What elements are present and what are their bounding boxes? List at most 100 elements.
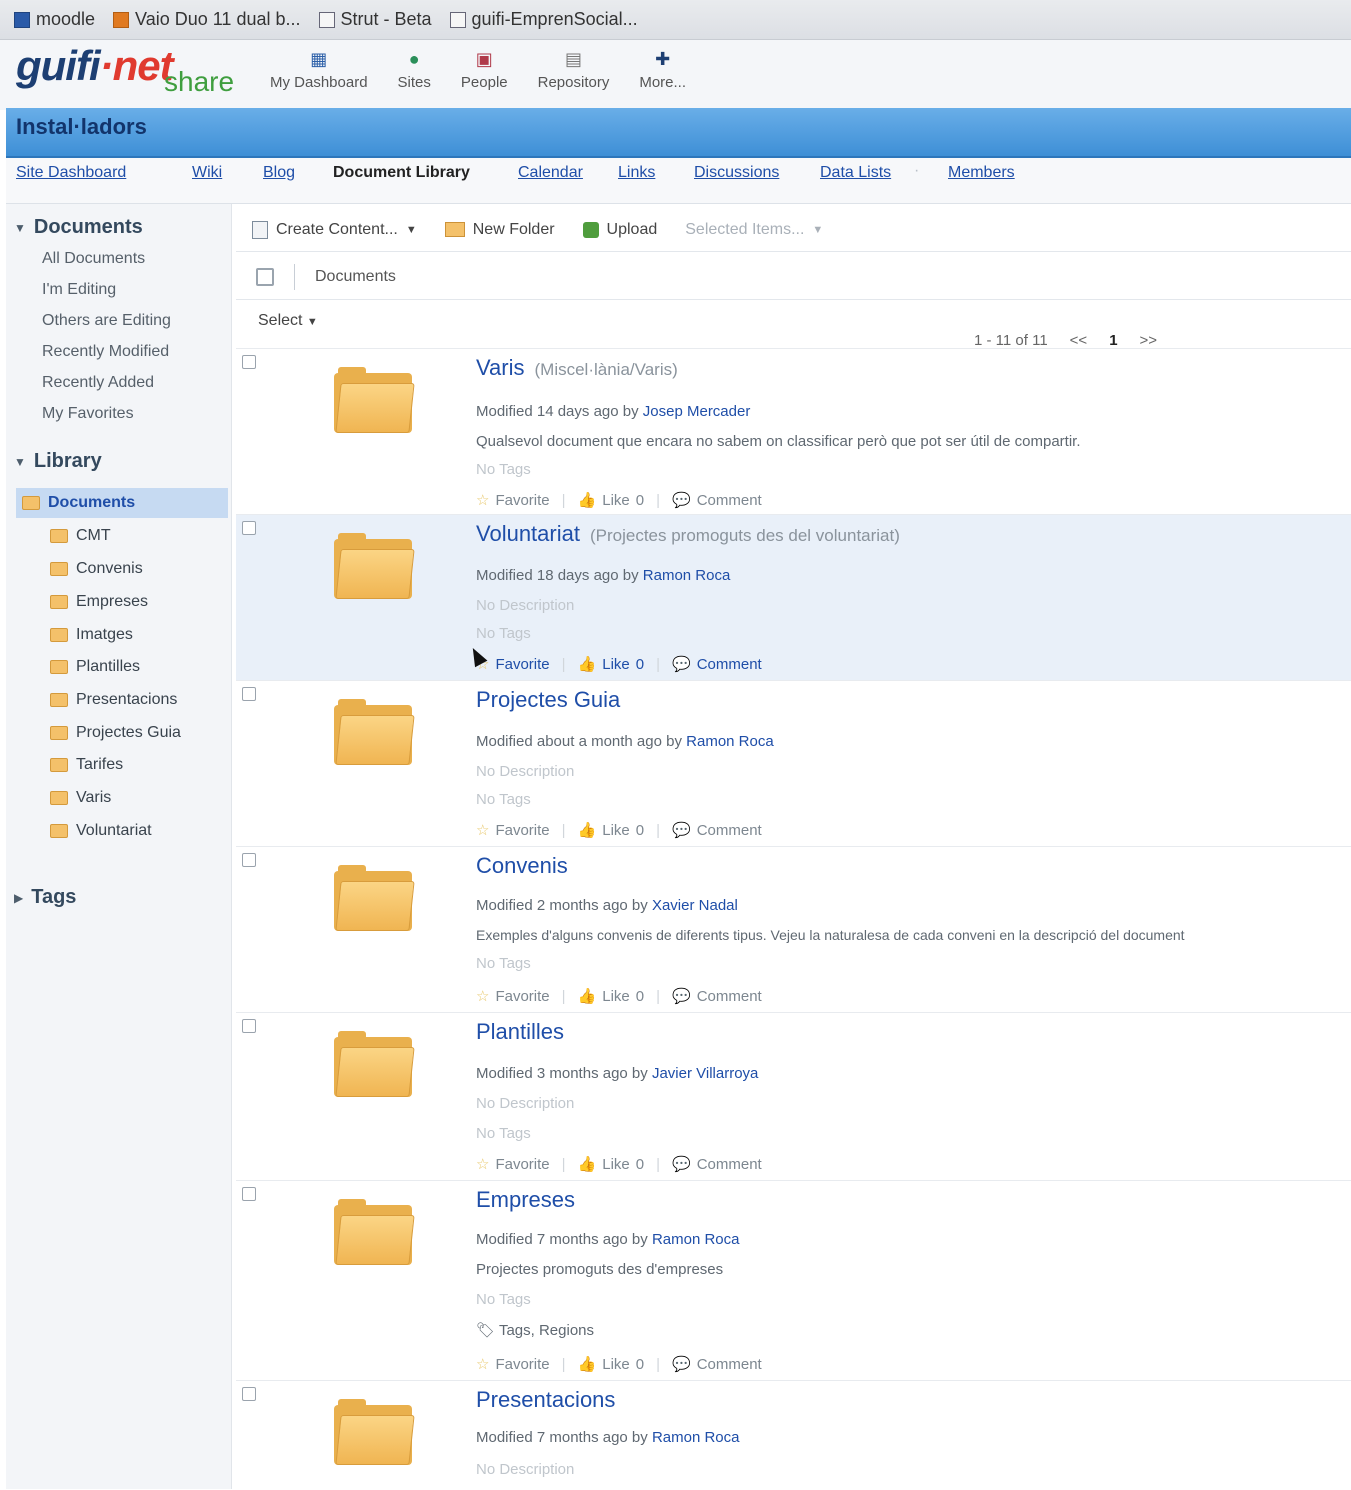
filter-recently-added[interactable]: Recently Added [42,374,154,392]
filter-my-favorites[interactable]: My Favorites [42,405,134,423]
row-checkbox[interactable] [242,853,256,867]
comment-button[interactable]: 💬 Comment [672,491,762,510]
document-title[interactable]: Convenis [476,853,578,879]
favorite-button[interactable]: ☆ Favorite [476,491,550,510]
folder-icon[interactable] [334,1199,415,1265]
sitenav-blog[interactable]: Blog [263,164,295,182]
folder-icon[interactable] [334,865,415,931]
nav-my-dashboard[interactable]: ▦ My Dashboard [270,48,368,92]
folder-icon[interactable] [334,1031,415,1097]
modifier-link[interactable]: Xavier Nadal [652,897,738,914]
nav-people[interactable]: ▣ People [461,48,508,92]
tree-folder-voluntariat[interactable]: Voluntariat [16,816,228,846]
filter-others-editing[interactable]: Others are Editing [42,312,171,330]
document-title[interactable]: Voluntariat (Projectes promoguts des del … [476,521,900,547]
modifier-link[interactable]: Javier Villarroya [652,1065,758,1082]
tree-documents-root[interactable]: Documents [16,488,228,518]
folder-icon[interactable] [334,533,415,599]
document-title[interactable]: Empreses [476,1187,585,1213]
sitenav-discussions[interactable]: Discussions [694,164,779,182]
selected-items-button[interactable]: Selected Items... ▼ [685,221,823,239]
favorite-button[interactable]: ☆ Favorite [476,987,550,1006]
row-checkbox[interactable] [242,521,256,535]
site-title[interactable]: Instal·ladors [16,114,147,140]
filter-all-documents[interactable]: All Documents [42,250,145,268]
tree-folder-plantilles[interactable]: Plantilles [16,652,228,682]
comment-button[interactable]: 💬 Comment [672,821,762,840]
document-title[interactable]: Varis (Miscel·lània/Varis) [476,355,678,381]
documents-section-header[interactable]: ▼ Documents [14,216,143,239]
tree-folder-cmt[interactable]: CMT [16,521,228,551]
sitenav-document-library[interactable]: Document Library [333,164,470,182]
like-button[interactable]: 👍 Like 0 [578,821,645,840]
folder-icon[interactable] [334,1399,415,1465]
folder-icon[interactable] [334,699,415,765]
filter-im-editing[interactable]: I'm Editing [42,281,116,299]
comment-button[interactable]: 💬 Comment [672,655,762,674]
tree-folder-varis[interactable]: Varis [16,783,228,813]
comment-button[interactable]: 💬 Comment [672,987,762,1006]
folder-up-icon[interactable] [256,267,274,286]
document-title[interactable]: Projectes Guia [476,687,630,713]
bookmark-vaio[interactable]: Vaio Duo 11 dual b... [113,9,301,30]
row-checkbox[interactable] [242,1019,256,1033]
select-menu[interactable]: Select ▼ [258,312,318,330]
upload-button[interactable]: Upload [582,221,657,239]
folder-icon[interactable] [334,367,415,433]
comment-button[interactable]: 💬 Comment [672,1155,762,1174]
row-checkbox[interactable] [242,1187,256,1201]
paging-next[interactable]: >> [1140,332,1158,349]
row-checkbox[interactable] [242,1387,256,1401]
sites-icon: ● [408,48,420,69]
tree-folder-empreses[interactable]: Empreses [16,587,228,617]
like-button[interactable]: 👍 Like 0 [578,655,645,674]
favorite-button[interactable]: ☆ Favorite [476,1155,550,1174]
paging-prev[interactable]: << [1070,332,1088,349]
nav-sites[interactable]: ● Sites [398,48,431,92]
nav-more[interactable]: ✚ More... [639,48,686,92]
document-tag-list[interactable]: 🏷 Tags, Regions [476,1321,594,1339]
chevron-down-icon: ▼ [306,316,318,328]
document-title[interactable]: Presentacions [476,1387,625,1413]
document-title[interactable]: Plantilles [476,1019,574,1045]
modifier-link[interactable]: Ramon Roca [643,567,731,584]
nav-repository[interactable]: ▤ Repository [538,48,610,92]
like-button[interactable]: 👍 Like 0 [578,1355,645,1374]
sitenav-data-lists[interactable]: Data Lists [820,164,891,182]
filter-recently-modified[interactable]: Recently Modified [42,343,169,361]
tree-folder-tarifes[interactable]: Tarifes [16,750,228,780]
modifier-link[interactable]: Ramon Roca [686,733,774,750]
favorite-button[interactable]: ☆ Favorite [476,655,550,674]
sitenav-wiki[interactable]: Wiki [192,164,222,182]
bookmark-moodle[interactable]: moodle [14,9,95,30]
sitenav-links[interactable]: Links [618,164,655,182]
row-checkbox[interactable] [242,355,256,369]
bookmark-strut[interactable]: Strut - Beta [318,9,432,30]
modifier-link[interactable]: Ramon Roca [652,1231,740,1248]
sitenav-members[interactable]: Members [948,164,1015,182]
tree-folder-imatges[interactable]: Imatges [16,620,228,650]
modifier-link[interactable]: Josep Mercader [643,403,751,420]
favorite-button[interactable]: ☆ Favorite [476,1355,550,1374]
comment-button[interactable]: 💬 Comment [672,1355,762,1374]
bookmark-guifi-emprensocial[interactable]: guifi-EmprenSocial... [449,9,638,30]
tags-section-header[interactable]: ▶ Tags [14,886,76,909]
favorite-button[interactable]: ☆ Favorite [476,821,550,840]
library-section-header[interactable]: ▼ Library [14,450,102,473]
like-button[interactable]: 👍 Like 0 [578,491,645,510]
sitenav-calendar[interactable]: Calendar [518,164,583,182]
new-folder-button[interactable]: New Folder [444,221,555,239]
tree-folder-projectes-guia[interactable]: Projectes Guia [16,718,228,748]
like-button[interactable]: 👍 Like 0 [578,987,645,1006]
page-icon [318,11,335,28]
tree-folder-presentacions[interactable]: Presentacions [16,685,228,715]
row-checkbox[interactable] [242,687,256,701]
breadcrumb-current[interactable]: Documents [315,268,396,286]
modifier-link[interactable]: Ramon Roca [652,1429,740,1446]
paging-current-page[interactable]: 1 [1109,332,1117,349]
create-content-button[interactable]: Create Content... ▼ [252,220,417,239]
sitenav-site-dashboard[interactable]: Site Dashboard [16,164,126,182]
like-button[interactable]: 👍 Like 0 [578,1155,645,1174]
guifi-share-logo[interactable]: guifi·net share [16,42,234,97]
tree-folder-convenis[interactable]: Convenis [16,554,228,584]
